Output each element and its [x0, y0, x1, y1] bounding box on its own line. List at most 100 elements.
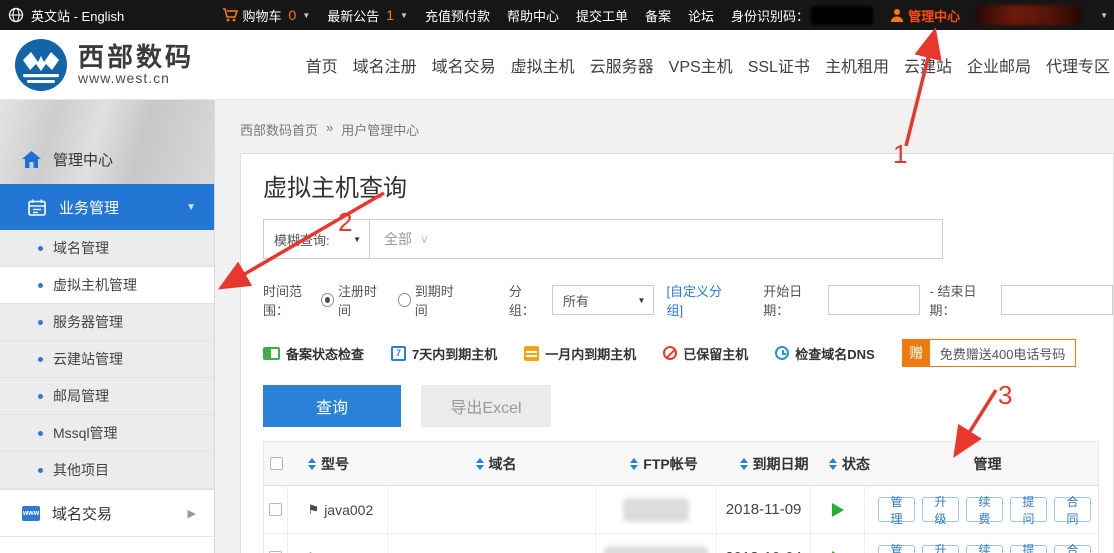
gift-400-phone-banner[interactable]: 赠 免费赠送400电话号码: [902, 339, 1077, 367]
help-center-link[interactable]: 帮助中心: [507, 6, 559, 25]
nav-virtual-host[interactable]: 虚拟主机: [511, 53, 575, 77]
check-dns-link[interactable]: 检查域名DNS: [775, 344, 874, 363]
sidebar-item-mssql-manage[interactable]: Mssql管理: [0, 415, 214, 452]
expire-month-link[interactable]: 一月内到期主机: [524, 344, 636, 363]
custom-group-link[interactable]: [自定义分组]: [666, 281, 731, 319]
row-checkbox[interactable]: [269, 503, 282, 516]
table-row: ⚑ java002 2018-11-09 管理 升级 续费 提问 合同: [264, 486, 1098, 534]
radio-expire-label: 到期时间: [415, 281, 461, 319]
main-content: 西部数码首页 » 用户管理中心 虚拟主机查询 模糊查询: ▼ 全部 ∨: [215, 100, 1114, 553]
nav-cloud-server[interactable]: 云服务器: [590, 53, 654, 77]
beian-status-check-link[interactable]: 备案状态检查: [263, 344, 364, 363]
sort-icon[interactable]: [630, 458, 638, 470]
query-button[interactable]: 查询: [263, 385, 401, 427]
reserved-hosts-link[interactable]: 已保留主机: [663, 344, 748, 363]
nav-ssl[interactable]: SSL证书: [748, 53, 810, 77]
admin-center-link[interactable]: 管理中心: [890, 6, 960, 25]
english-site-link[interactable]: 英文站 - English: [31, 6, 124, 25]
home-icon: [22, 151, 41, 168]
upgrade-button[interactable]: 升级: [922, 545, 959, 553]
select-all-checkbox[interactable]: [270, 457, 283, 470]
sidebar-item-other-projects[interactable]: 其他项目: [0, 452, 214, 489]
column-header-ftp[interactable]: FTP帐号: [643, 454, 697, 474]
flag-icon: ⚑: [308, 502, 320, 518]
recharge-link[interactable]: 充值预付款: [425, 6, 490, 25]
column-header-expire[interactable]: 到期日期: [753, 454, 809, 474]
nav-agent-zone[interactable]: 代理专区: [1046, 53, 1110, 77]
sidebar-item-mail-manage[interactable]: 邮局管理: [0, 378, 214, 415]
admin-center-label: 管理中心: [908, 6, 960, 25]
column-header-model[interactable]: 型号: [321, 454, 349, 474]
contract-button[interactable]: 合同: [1054, 497, 1091, 522]
nav-host-rental[interactable]: 主机租用: [825, 53, 889, 77]
host-expire-date: 2018-10-04: [717, 534, 811, 553]
radio-register-label: 注册时间: [338, 281, 384, 319]
cart-count-badge: 0: [289, 7, 297, 23]
quick-link-label: 7天内到期主机: [412, 344, 497, 363]
notice-link[interactable]: 最新公告 1 ▼: [327, 6, 408, 25]
submit-ticket-link[interactable]: 提交工单: [576, 6, 628, 25]
sidebar-item-domain-manage[interactable]: 域名管理: [0, 230, 214, 267]
gift-badge: 赠: [903, 340, 930, 366]
sidebar-section-business[interactable]: 业务管理 ▼: [0, 184, 214, 230]
fuzzy-scope-value: 全部: [384, 229, 412, 249]
renew-button[interactable]: 续费: [966, 497, 1003, 522]
sort-icon[interactable]: [829, 458, 837, 470]
site-logo[interactable]: 西部数码 www.west.cn: [14, 38, 194, 92]
fuzzy-scope-dropdown[interactable]: 全部 ∨: [370, 229, 429, 249]
filter-row: 时间范围： 注册时间 到期时间 分组： 所有 ▼ [自定义分组]: [263, 281, 1113, 319]
ask-button[interactable]: 提问: [1010, 497, 1047, 522]
column-header-domain[interactable]: 域名: [489, 454, 517, 474]
upgrade-button[interactable]: 升级: [922, 497, 959, 522]
start-date-input[interactable]: [828, 285, 920, 315]
action-buttons-row: 查询 导出Excel: [263, 385, 1113, 427]
nav-site-builder[interactable]: 云建站: [904, 53, 952, 77]
quick-links-row: 备案状态检查 7 7天内到期主机 一月内到期主机 已保留主机: [263, 339, 1113, 367]
end-date-input[interactable]: [1001, 285, 1113, 315]
nav-enterprise-mail[interactable]: 企业邮局: [967, 53, 1031, 77]
export-excel-button[interactable]: 导出Excel: [421, 385, 551, 427]
sidebar-admin-center-label: 管理中心: [53, 149, 113, 170]
primary-nav: 首页 域名注册 域名交易 虚拟主机 云服务器 VPS主机 SSL证书 主机租用 …: [306, 53, 1110, 77]
sidebar-header: 管理中心: [0, 100, 214, 184]
sidebar-item-admin-center[interactable]: 管理中心: [0, 149, 113, 184]
nav-domain-register[interactable]: 域名注册: [353, 53, 417, 77]
forum-link[interactable]: 论坛: [688, 6, 714, 25]
fuzzy-mode-select[interactable]: 模糊查询: ▼: [264, 220, 370, 258]
group-select[interactable]: 所有 ▼: [552, 285, 655, 315]
cart-link[interactable]: 购物车 0 ▼: [222, 6, 311, 25]
renew-button[interactable]: 续费: [966, 545, 1003, 553]
calendar-month-icon: [524, 346, 539, 361]
account-chevron-down-icon[interactable]: ▼: [1100, 11, 1108, 20]
column-header-status[interactable]: 状态: [842, 454, 870, 474]
group-label: 分组：: [509, 281, 544, 319]
expire-7days-link[interactable]: 7 7天内到期主机: [391, 344, 497, 363]
beian-link[interactable]: 备案: [645, 6, 671, 25]
page-title: 虚拟主机查询: [263, 168, 1113, 203]
breadcrumb-home-link[interactable]: 西部数码首页: [240, 120, 318, 139]
sidebar-item-sitebuilder-manage[interactable]: 云建站管理: [0, 341, 214, 378]
sidebar-item-domain-trade[interactable]: www 域名交易 ▶: [0, 489, 214, 537]
nav-domain-trade[interactable]: 域名交易: [432, 53, 496, 77]
manage-button[interactable]: 管理: [878, 497, 915, 522]
chevron-down-icon: ▼: [400, 11, 408, 20]
nav-home[interactable]: 首页: [306, 53, 338, 77]
sort-icon[interactable]: [740, 458, 748, 470]
sidebar-item-server-manage[interactable]: 服务器管理: [0, 304, 214, 341]
status-running-icon[interactable]: [832, 503, 844, 517]
sort-icon[interactable]: [476, 458, 484, 470]
ask-button[interactable]: 提问: [1010, 545, 1047, 553]
radio-register-time[interactable]: 注册时间: [321, 281, 384, 319]
radio-checked-icon: [321, 293, 334, 307]
host-expire-date: 2018-11-09: [717, 486, 811, 533]
group-select-value: 所有: [563, 291, 589, 310]
ftp-account-redacted: [623, 498, 689, 522]
start-date-label: 开始日期：: [763, 281, 821, 319]
nav-vps[interactable]: VPS主机: [669, 53, 733, 77]
sort-icon[interactable]: [308, 458, 316, 470]
contract-button[interactable]: 合同: [1054, 545, 1091, 553]
sidebar-item-virtual-host-manage[interactable]: 虚拟主机管理: [0, 267, 214, 304]
host-domain-cell: [388, 486, 596, 533]
manage-button[interactable]: 管理: [878, 545, 915, 553]
radio-expire-time[interactable]: 到期时间: [398, 281, 461, 319]
